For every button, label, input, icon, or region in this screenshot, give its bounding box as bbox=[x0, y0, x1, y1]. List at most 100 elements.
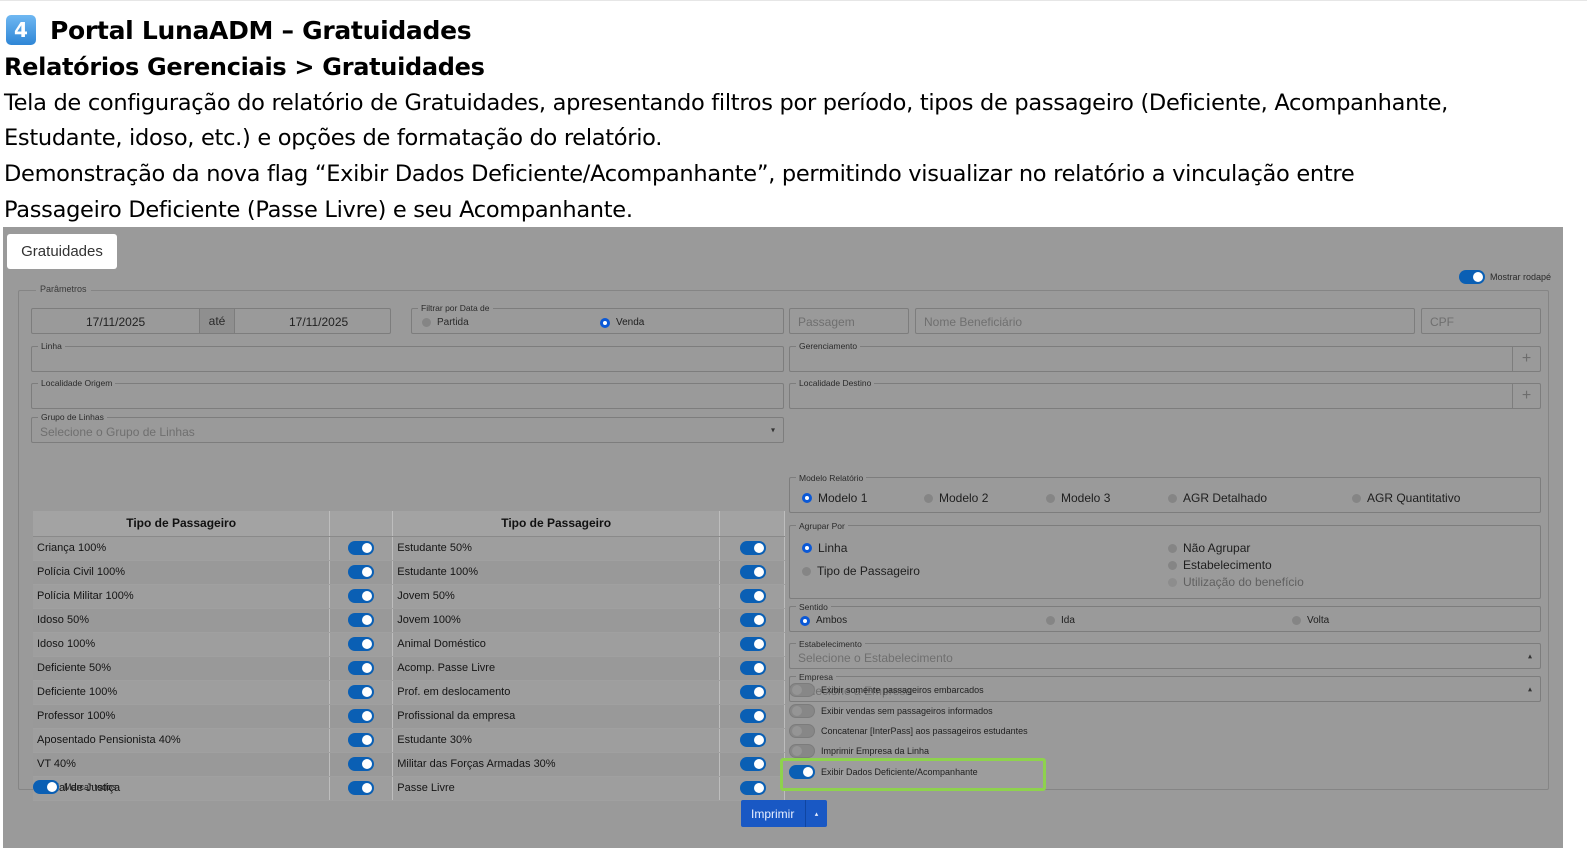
tipo-passageiro-left-toggle[interactable] bbox=[348, 637, 375, 651]
date-separator: até bbox=[199, 309, 235, 333]
tipo-toggle-left-cell bbox=[329, 704, 394, 729]
cpf-placeholder: CPF bbox=[1430, 315, 1454, 329]
switch-dados-deficiente-acompanhante-label: Exibir Dados Deficiente/Acompanhante bbox=[821, 767, 978, 777]
tipo-passageiro-left-cell: Aposentado Pensionista 40% bbox=[33, 728, 331, 753]
switch-embarcados-toggle[interactable] bbox=[789, 683, 815, 697]
radio-agrupar-linha-label: Linha bbox=[818, 541, 848, 555]
chevron-down-icon: ▾ bbox=[770, 425, 775, 435]
imprimir-label: Imprimir bbox=[751, 806, 795, 821]
tipo-passageiro-right-toggle[interactable] bbox=[740, 709, 766, 723]
marcar-todos-row[interactable]: Marcar todos bbox=[33, 780, 117, 794]
grupo-linhas-select[interactable]: Grupo de Linhas Selecione o Grupo de Lin… bbox=[31, 412, 784, 443]
estabelecimento-label: Estabelecimento bbox=[796, 639, 865, 649]
tipo-toggle-right-cell bbox=[719, 752, 785, 777]
tipo-passageiro-left-toggle[interactable] bbox=[348, 781, 375, 795]
parametros-legend: Parâmetros bbox=[36, 284, 91, 294]
radio-agrupar-linha[interactable]: Linha bbox=[802, 541, 847, 555]
radio-agr-detalhado[interactable]: AGR Detalhado bbox=[1168, 491, 1267, 505]
tipo-passageiro-right-toggle[interactable] bbox=[740, 541, 766, 555]
tipo-toggle-left-cell bbox=[329, 752, 394, 777]
linha-input[interactable]: Linha bbox=[31, 341, 784, 372]
switch-vendas-sem-passageiros-toggle[interactable] bbox=[789, 704, 815, 718]
document-header: 4 Portal LunaADM – Gratuidades Relatório… bbox=[0, 0, 1587, 228]
date-to-input[interactable]: 17/11/2025 bbox=[289, 315, 348, 329]
radio-ida-dot bbox=[1046, 616, 1055, 625]
radio-agr-quantitativo[interactable]: AGR Quantitativo bbox=[1352, 491, 1460, 505]
estabelecimento-select[interactable]: Estabelecimento Selecione o Estabelecime… bbox=[789, 639, 1541, 669]
radio-agr-detalhado-label: AGR Detalhado bbox=[1183, 491, 1268, 505]
cpf-input[interactable]: CPF bbox=[1421, 308, 1541, 334]
passagem-input[interactable]: Passagem bbox=[789, 308, 909, 334]
radio-utilizacao-beneficio[interactable]: Utilização do benefício bbox=[1168, 575, 1304, 589]
tipo-passageiro-left-toggle[interactable] bbox=[348, 589, 375, 603]
radio-venda[interactable]: Venda bbox=[600, 317, 644, 328]
mostrar-rodape-toggle[interactable] bbox=[1458, 270, 1485, 284]
tipo-passageiro-left-toggle[interactable] bbox=[348, 661, 375, 675]
table-header-row: Tipo de Passageiro Tipo de Passageiro bbox=[33, 511, 785, 537]
tipo-passageiro-left-toggle[interactable] bbox=[348, 733, 375, 747]
radio-agr-quantitativo-dot bbox=[1352, 493, 1361, 503]
tab-gratuidades[interactable]: Gratuidades bbox=[7, 234, 117, 269]
radio-partida[interactable]: Partida bbox=[422, 317, 469, 328]
switch-concatenar-interpass-toggle[interactable] bbox=[789, 724, 815, 738]
radio-modelo-1[interactable]: Modelo 1 bbox=[802, 491, 867, 505]
tipo-passageiro-left-toggle[interactable] bbox=[348, 541, 375, 555]
tipo-passageiro-right-toggle[interactable] bbox=[740, 685, 766, 699]
tipo-passageiro-left-toggle[interactable] bbox=[348, 613, 375, 627]
tipo-toggle-right-cell bbox=[719, 728, 785, 753]
switch-concatenar-interpass[interactable]: Concatenar [InterPass] aos passageiros e… bbox=[789, 724, 1028, 738]
tipo-passageiro-right-cell: Prof. em deslocamento bbox=[392, 680, 720, 705]
radio-volta[interactable]: Volta bbox=[1292, 615, 1329, 626]
mostrar-rodape-row[interactable]: Mostrar rodapé bbox=[1458, 270, 1551, 284]
switch-dados-deficiente-acompanhante[interactable]: Exibir Dados Deficiente/Acompanhante bbox=[789, 765, 978, 779]
localidade-destino-add-button[interactable]: + bbox=[1512, 384, 1540, 408]
tipo-toggle-left-cell bbox=[329, 584, 394, 609]
radio-agrupar-tipo[interactable]: Tipo de Passageiro bbox=[802, 564, 920, 578]
agrupar-por-group: Agrupar Por Linha Tipo de Passageiro Não… bbox=[789, 521, 1541, 599]
tipo-toggle-left-cell bbox=[329, 680, 394, 705]
tipo-toggle-left-cell bbox=[329, 632, 394, 657]
radio-agrupar-tipo-label: Tipo de Passageiro bbox=[817, 564, 920, 578]
tipo-passageiro-left-toggle[interactable] bbox=[348, 685, 375, 699]
radio-ida[interactable]: Ida bbox=[1046, 615, 1075, 626]
tipo-passageiro-right-toggle[interactable] bbox=[740, 637, 766, 651]
gerenciamento-input[interactable]: Gerenciamento + bbox=[789, 341, 1541, 372]
nome-beneficiario-input[interactable]: Nome Beneficiário bbox=[915, 308, 1415, 334]
imprimir-button[interactable]: Imprimir ▴ bbox=[741, 800, 827, 827]
switch-imprimir-empresa[interactable]: Imprimir Empresa da Linha bbox=[789, 744, 929, 758]
tipo-passageiro-right-toggle[interactable] bbox=[740, 589, 766, 603]
radio-modelo-3[interactable]: Modelo 3 bbox=[1046, 491, 1110, 505]
gerenciamento-add-button[interactable]: + bbox=[1512, 347, 1540, 371]
radio-ambos[interactable]: Ambos bbox=[800, 615, 847, 626]
switch-imprimir-empresa-toggle[interactable] bbox=[789, 744, 815, 758]
radio-estabelecimento[interactable]: Estabelecimento bbox=[1168, 558, 1272, 572]
switch-vendas-sem-passageiros-label: Exibir vendas sem passageiros informados bbox=[821, 706, 993, 716]
radio-modelo-2[interactable]: Modelo 2 bbox=[924, 491, 988, 505]
tipo-passageiro-right-toggle[interactable] bbox=[740, 781, 766, 795]
localidade-destino-input[interactable]: Localidade Destino + bbox=[789, 378, 1541, 409]
tipo-passageiro-right-cell: Acomp. Passe Livre bbox=[392, 656, 720, 681]
table-row: Deficiente 100% Prof. em deslocamento bbox=[33, 680, 785, 705]
switch-concatenar-interpass-label: Concatenar [InterPass] aos passageiros e… bbox=[821, 726, 1028, 736]
tipo-passageiro-right-toggle[interactable] bbox=[740, 565, 766, 579]
radio-nao-agrupar[interactable]: Não Agrupar bbox=[1168, 541, 1250, 555]
tipo-passageiro-right-cell: Jovem 50% bbox=[392, 584, 720, 609]
tipo-passageiro-right-toggle[interactable] bbox=[740, 757, 766, 771]
grupo-linhas-label: Grupo de Linhas bbox=[38, 412, 107, 422]
radio-agrupar-linha-dot bbox=[802, 543, 812, 553]
doc-paragraph-line-4: Passageiro Deficiente (Passe Livre) e se… bbox=[4, 197, 633, 223]
switch-vendas-sem-passageiros[interactable]: Exibir vendas sem passageiros informados bbox=[789, 704, 993, 718]
switch-dados-deficiente-acompanhante-toggle[interactable] bbox=[789, 765, 815, 779]
tipo-passageiro-left-toggle[interactable] bbox=[348, 757, 375, 771]
tipo-passageiro-left-toggle[interactable] bbox=[348, 565, 375, 579]
date-from-input[interactable]: 17/11/2025 bbox=[86, 315, 145, 329]
marcar-todos-toggle[interactable] bbox=[33, 780, 59, 794]
tipo-passageiro-right-toggle[interactable] bbox=[740, 661, 766, 675]
localidade-origem-input[interactable]: Localidade Origem bbox=[31, 378, 784, 409]
tipo-passageiro-right-toggle[interactable] bbox=[740, 733, 766, 747]
mostrar-rodape-label: Mostrar rodapé bbox=[1489, 272, 1551, 282]
imprimir-dropdown-caret-icon[interactable]: ▴ bbox=[805, 800, 827, 827]
tipo-passageiro-left-toggle[interactable] bbox=[348, 709, 375, 723]
switch-embarcados[interactable]: Exibir somente passageiros embarcados bbox=[789, 683, 984, 697]
tipo-passageiro-right-toggle[interactable] bbox=[740, 613, 766, 627]
